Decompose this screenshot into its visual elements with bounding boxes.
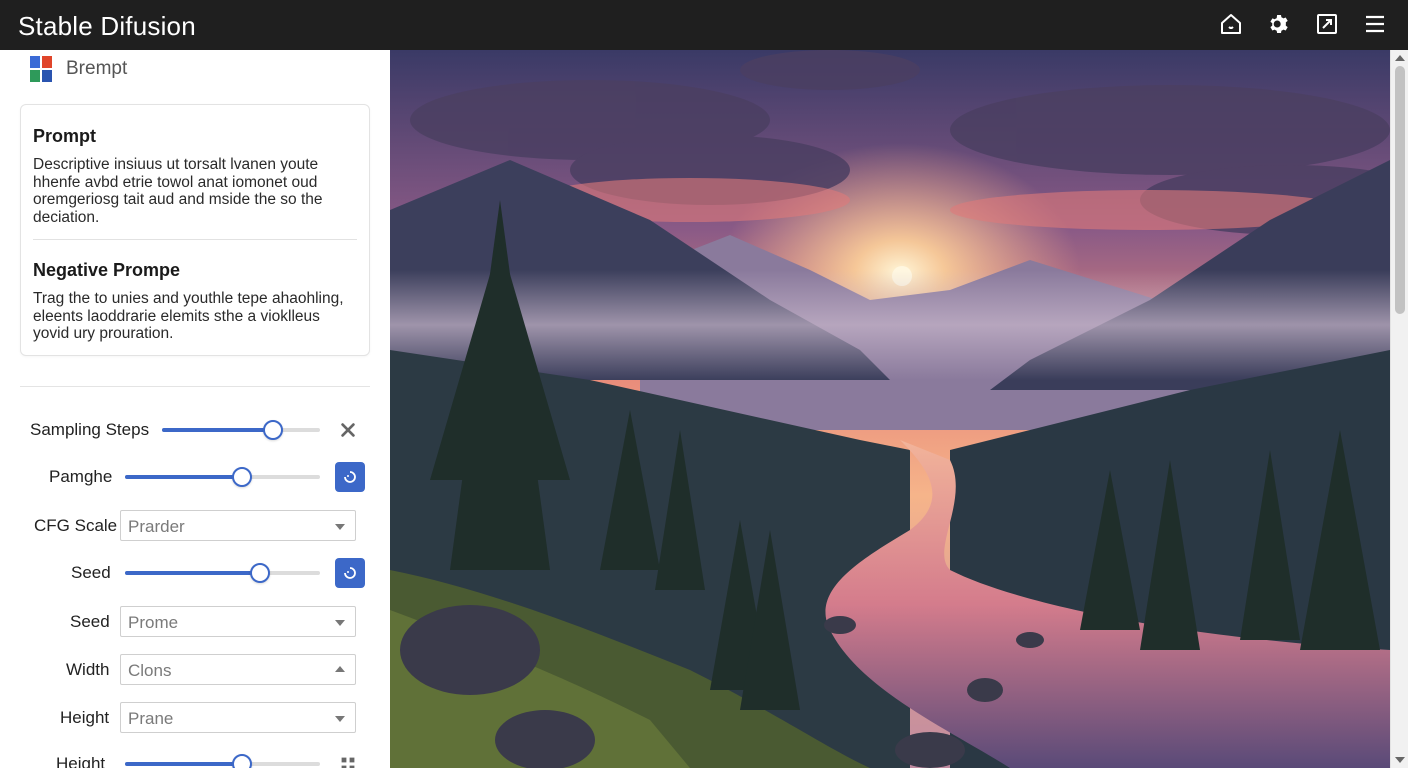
sampling-steps-row: Sampling Steps (0, 413, 390, 447)
card-divider (33, 239, 357, 240)
grid-icon[interactable] (338, 754, 358, 768)
height-select-row: Height Prane (0, 701, 390, 735)
width-label: Width (66, 660, 110, 679)
scroll-down-icon[interactable] (1395, 757, 1405, 763)
height-slider[interactable] (125, 754, 320, 768)
select-value: Prome (128, 613, 179, 632)
prompt-text[interactable]: Descriptive insiuus ut torsalt lvanen yo… (33, 156, 353, 226)
height-slider-row: Height (0, 747, 390, 768)
brand-logo-icon (30, 56, 52, 82)
height-label: Height (56, 754, 106, 768)
menu-icon[interactable] (1362, 11, 1388, 37)
slider-thumb[interactable] (262, 420, 283, 440)
pamghe-label: Pamghe (49, 467, 113, 486)
refresh-icon (344, 567, 356, 579)
select-value: Prarder (128, 517, 185, 536)
refresh-button[interactable] (335, 462, 365, 492)
cfg-scale-select[interactable]: Prarder (120, 510, 356, 541)
pamghe-slider[interactable] (125, 467, 320, 487)
brand-label: Brempt (66, 58, 128, 79)
refresh-icon (344, 471, 356, 483)
section-divider (20, 386, 370, 387)
seed-slider[interactable] (125, 563, 320, 583)
negative-prompt-text[interactable]: Trag the to unies and youthle tepe ahaoh… (33, 290, 353, 343)
app-title: Stable Difusion (18, 11, 196, 41)
scroll-thumb[interactable] (1395, 66, 1405, 314)
chevron-up-icon (335, 666, 345, 672)
gear-icon[interactable] (1266, 11, 1292, 37)
seed-select[interactable]: Prome (120, 606, 356, 637)
pamghe-row: Pamghe (0, 460, 390, 494)
slider-thumb[interactable] (249, 563, 270, 583)
slider-thumb[interactable] (232, 754, 252, 768)
chevron-down-icon (335, 524, 345, 530)
top-bar: Stable Difusion (0, 0, 1408, 50)
seed-slider-row: Seed (0, 556, 390, 590)
select-value: Clons (128, 661, 172, 680)
top-icons (1218, 11, 1388, 37)
seed-label: Seed (71, 563, 111, 582)
settings-sidebar: Brempt Prompt Descriptive insiuus ut tor… (0, 50, 390, 768)
width-row: Width Clons (0, 653, 390, 687)
width-select[interactable]: Clons (120, 654, 356, 685)
prompt-heading: Prompt (33, 126, 96, 146)
sampling-steps-label: Sampling Steps (30, 420, 150, 439)
share-icon[interactable] (1314, 11, 1340, 37)
height-select[interactable]: Prane (120, 702, 356, 733)
height-label: Height (60, 708, 110, 727)
seed-select-row: Seed Prome (0, 605, 390, 639)
brand: Brempt (30, 56, 127, 82)
cfg-scale-row: CFG Scale Prarder (0, 509, 390, 543)
chevron-down-icon (335, 716, 345, 722)
refresh-button[interactable] (335, 558, 365, 588)
slider-thumb[interactable] (232, 467, 252, 487)
negative-prompt-heading: Negative Prompe (33, 260, 181, 280)
image-scrollbar[interactable] (1390, 50, 1408, 768)
scroll-up-icon[interactable] (1395, 55, 1405, 61)
chevron-down-icon (335, 620, 345, 626)
generated-image (390, 50, 1390, 768)
cfg-scale-label: CFG Scale (34, 516, 118, 535)
select-value: Prane (128, 709, 174, 728)
home-icon[interactable] (1218, 11, 1244, 37)
close-x-icon[interactable] (338, 420, 358, 440)
prompt-card: Prompt Descriptive insiuus ut torsalt lv… (20, 104, 370, 356)
sampling-steps-slider[interactable] (162, 420, 320, 440)
landscape-image (390, 50, 1390, 768)
seed-label: Seed (70, 612, 110, 631)
